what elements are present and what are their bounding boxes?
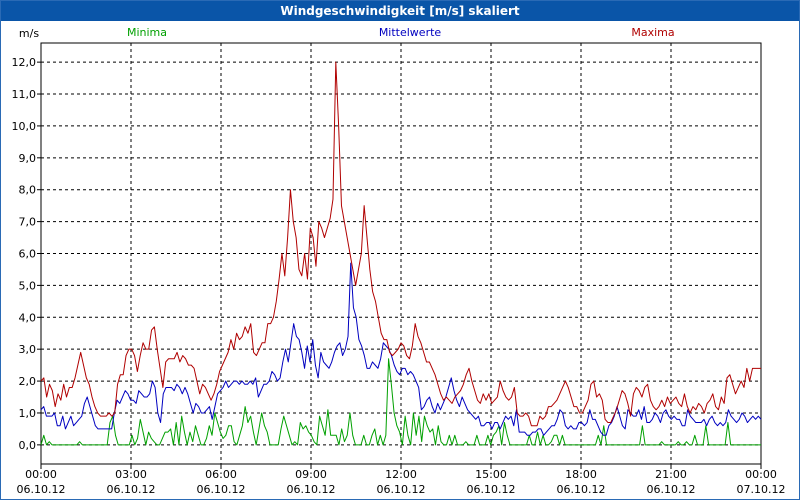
x-tick-time: 00:00	[745, 468, 777, 481]
y-tick-label: 3,0	[19, 343, 37, 356]
x-tick-time: 09:00	[295, 468, 327, 481]
x-tick-date: 06.10.12	[557, 483, 606, 496]
chart-window: Windgeschwindigkeit [m/s] skaliert 0,0 1,…	[0, 0, 800, 500]
x-tick-date: 06.10.12	[197, 483, 246, 496]
grid	[41, 43, 761, 464]
y-tick-label: 5,0	[19, 279, 37, 292]
y-tick-label: 9,0	[19, 152, 37, 165]
legend-mittelwerte: Mittelwerte	[379, 26, 442, 39]
x-tick-time: 00:00	[25, 468, 57, 481]
y-tick-label: 10,0	[12, 120, 37, 133]
y-tick-label: 6,0	[19, 248, 37, 261]
x-tick-time: 21:00	[655, 468, 687, 481]
x-tick-date: 07.10.12	[737, 483, 786, 496]
y-tick-label: 4,0	[19, 311, 37, 324]
y-tick-label: 2,0	[19, 375, 37, 388]
y-axis: 0,0 1,0 2,0 3,0 4,0 5,0 6,0 7,0 8,0 9,0 10,0 11,0 12…	[12, 56, 41, 452]
x-tick-time: 18:00	[565, 468, 597, 481]
y-tick-label: 11,0	[12, 88, 37, 101]
x-tick-date: 06.10.12	[287, 483, 336, 496]
x-tick-date: 06.10.12	[107, 483, 156, 496]
x-tick-time: 03:00	[115, 468, 147, 481]
x-axis: 00:00 06.10.12 03:00 06.10.12 06:00 06.10.12 0…	[17, 464, 786, 496]
y-axis-label: m/s	[19, 27, 39, 40]
x-tick-date: 06.10.12	[467, 483, 516, 496]
x-tick-date: 06.10.12	[647, 483, 696, 496]
x-tick-date: 06.10.12	[377, 483, 426, 496]
wind-speed-chart: 0,0 1,0 2,0 3,0 4,0 5,0 6,0 7,0 8,0 9,0 10,0 11,0 12…	[12, 26, 786, 496]
y-tick-label: 1,0	[19, 407, 37, 420]
chart-title: Windgeschwindigkeit [m/s] skaliert	[1, 1, 799, 21]
x-tick-time: 06:00	[205, 468, 237, 481]
x-tick-time: 12:00	[385, 468, 417, 481]
y-tick-label: 12,0	[12, 56, 37, 69]
y-tick-label: 7,0	[19, 216, 37, 229]
x-tick-time: 15:00	[475, 468, 507, 481]
legend-maxima: Maxima	[631, 26, 674, 39]
legend-minima: Minima	[127, 26, 167, 39]
y-tick-label: 0,0	[19, 439, 37, 452]
y-tick-label: 8,0	[19, 184, 37, 197]
x-tick-date: 06.10.12	[17, 483, 66, 496]
